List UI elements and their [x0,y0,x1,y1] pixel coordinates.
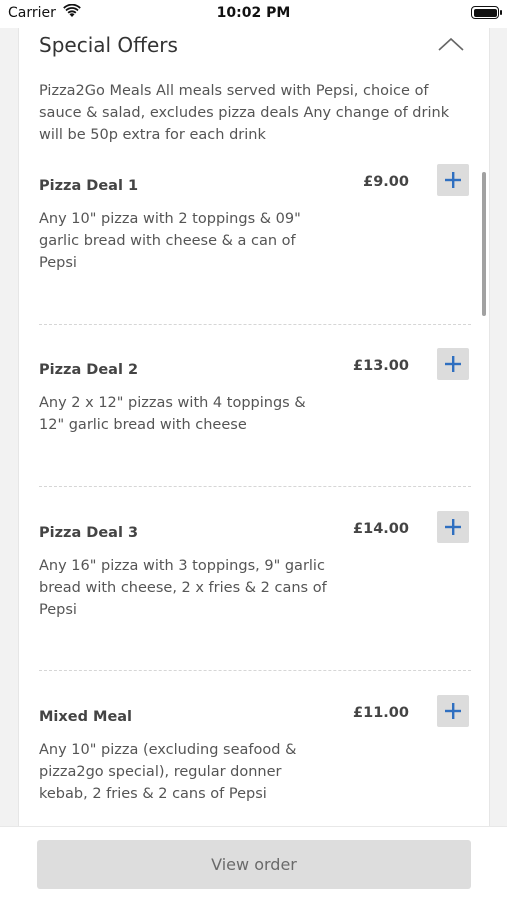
bottom-bar: View order [0,826,507,900]
item-name: Pizza Deal 1 [39,178,139,194]
section-intro: Pizza2Go Meals All meals served with Pep… [39,83,450,143]
battery-icon [471,6,502,19]
section-title: Special Offers [39,33,178,57]
plus-icon [445,356,461,372]
item-description: Any 2 x 12" pizzas with 4 toppings & 12"… [39,395,306,433]
add-item-button[interactable] [437,164,469,196]
add-item-button[interactable] [437,348,469,380]
item-divider [39,486,471,487]
item-price: £14.00 [353,521,409,537]
item-description: Any 10" pizza with 2 toppings & 09" garl… [39,211,301,271]
item-price: £11.00 [353,705,409,721]
item-description: Any 16" pizza with 3 toppings, 9" garlic… [39,558,327,618]
special-offers-card: Special Offers Pizza2Go Meals All meals … [18,0,490,826]
item-name: Pizza Deal 2 [39,362,139,378]
app-screen: Carrier 10:02 PM Special Offers Pizza2Go… [0,0,507,900]
view-order-button[interactable]: View order [37,840,471,889]
item-name: Pizza Deal 3 [39,525,139,541]
item-description: Any 10" pizza (excluding seafood & pizza… [39,742,297,802]
status-time: 10:02 PM [216,5,291,21]
add-item-button[interactable] [437,511,469,543]
item-price: £13.00 [353,358,409,374]
item-divider [39,670,471,671]
item-price: £9.00 [363,174,409,190]
status-bar: Carrier 10:02 PM [0,0,507,28]
item-divider [39,324,471,325]
add-item-button[interactable] [437,695,469,727]
chevron-up-icon[interactable] [437,36,465,52]
plus-icon [445,519,461,535]
plus-icon [445,172,461,188]
scrollbar[interactable] [482,172,486,316]
plus-icon [445,703,461,719]
item-name: Mixed Meal [39,709,133,725]
